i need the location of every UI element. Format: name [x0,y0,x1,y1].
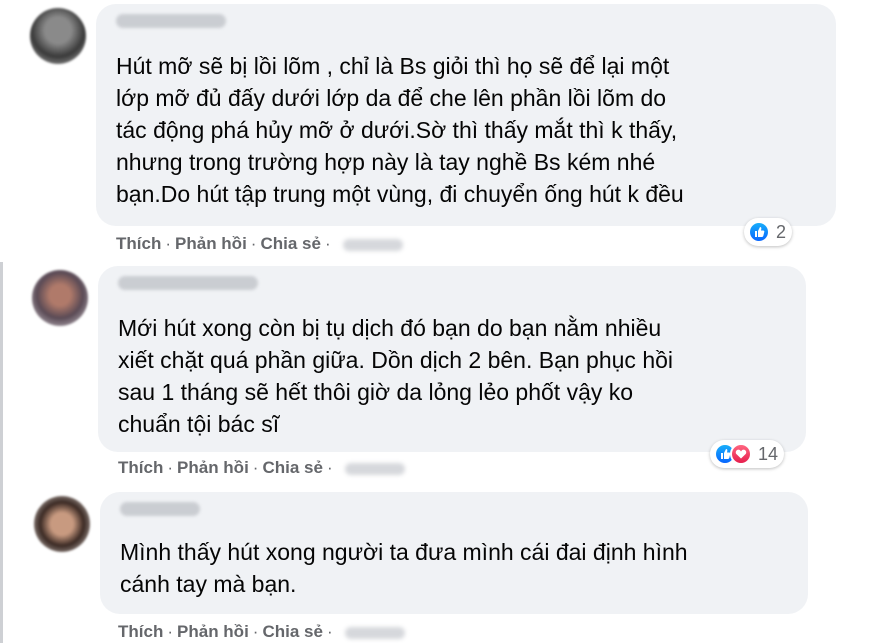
comment-bubble: Hút mỡ sẽ bị lồi lõm , chỉ là Bs giỏi th… [96,4,836,226]
avatar[interactable] [34,496,90,552]
reply-button[interactable]: Phản hồi [175,234,247,253]
timestamp[interactable] [344,626,405,639]
like-button[interactable]: Thích [116,234,161,253]
share-button[interactable]: Chia sẻ [262,458,322,477]
like-button[interactable]: Thích [118,622,163,641]
comment-actions: Thích · Phản hồi · Chia sẻ · [118,458,405,478]
comment-bubble: Mới hút xong còn bị tụ dịch đó bạn do bạ… [98,266,806,452]
author-name[interactable] [118,276,258,290]
reaction-count: 2 [776,221,787,242]
author-name[interactable] [120,502,200,516]
reply-button[interactable]: Phản hồi [177,458,249,477]
comment-actions: Thích · Phản hồi · Chia sẻ · [116,234,403,254]
like-button[interactable]: Thích [118,458,163,477]
timestamp[interactable] [344,462,405,475]
author-name[interactable] [116,14,226,28]
thread-line [0,262,3,643]
comment-bubble: Mình thấy hút xong người ta đưa mình cái… [100,492,808,614]
reaction-count: 14 [758,443,779,464]
reply-button[interactable]: Phản hồi [177,622,249,641]
comment-actions: Thích · Phản hồi · Chia sẻ · [118,622,405,642]
timestamp[interactable] [342,238,403,251]
avatar[interactable] [32,270,88,326]
comment-text: Hút mỡ sẽ bị lồi lõm , chỉ là Bs giỏi th… [116,53,684,207]
share-button[interactable]: Chia sẻ [262,622,322,641]
reaction-summary[interactable]: 2 [744,218,793,246]
avatar[interactable] [30,8,86,64]
comment-text: Mình thấy hút xong người ta đưa mình cái… [120,539,688,597]
reaction-summary[interactable]: 14 [710,440,785,468]
love-icon [730,443,752,465]
like-icon [748,221,770,243]
share-button[interactable]: Chia sẻ [260,234,320,253]
comment-text: Mới hút xong còn bị tụ dịch đó bạn do bạ… [118,315,674,437]
